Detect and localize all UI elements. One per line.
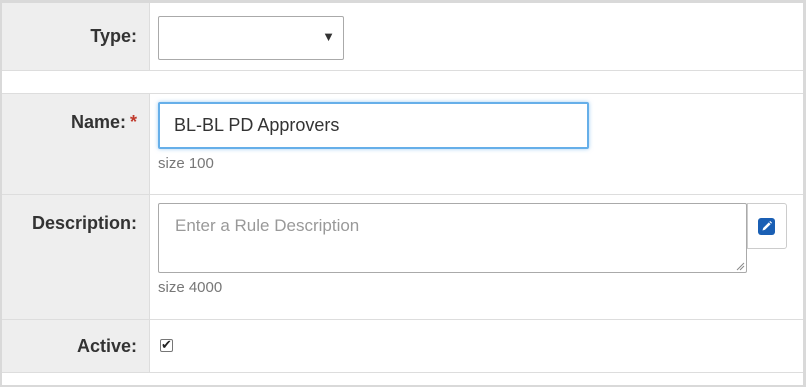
description-label-cell: Description:: [2, 195, 150, 319]
name-input[interactable]: BL-BL PD Approvers: [158, 102, 589, 149]
description-edit-button[interactable]: [747, 203, 787, 249]
dropdown-arrow-icon: ▼: [322, 29, 335, 44]
pencil-icon: [758, 218, 775, 235]
active-value-cell: ✔: [150, 320, 803, 372]
required-marker: *: [129, 112, 137, 132]
type-row: Type: ▼: [2, 3, 803, 71]
description-label: Description:: [31, 213, 137, 233]
description-placeholder: Enter a Rule Description: [175, 216, 360, 235]
active-checkbox[interactable]: ✔: [160, 337, 173, 352]
resize-grip-icon[interactable]: [736, 262, 745, 271]
description-size-hint: size 4000: [158, 279, 223, 296]
description-textarea[interactable]: Enter a Rule Description: [158, 203, 747, 273]
form-spacer: [2, 71, 803, 94]
name-label: Name: *: [71, 112, 137, 133]
active-label: Active:: [76, 336, 137, 356]
active-label-cell: Active:: [2, 320, 150, 372]
type-value-cell: ▼: [150, 3, 803, 70]
active-row: Active: ✔: [2, 320, 803, 373]
name-label-cell: Name: *: [2, 94, 150, 194]
rule-form: Type: ▼ Name: * BL-BL PD Approvers size 1…: [0, 0, 806, 387]
name-size-hint: size 100: [158, 155, 214, 172]
type-select[interactable]: ▼: [158, 16, 344, 60]
description-value-cell: Enter a Rule Description size 4000: [150, 195, 803, 319]
name-value-cell: BL-BL PD Approvers size 100: [150, 94, 803, 194]
description-row: Description: Enter a Rule Description si…: [2, 195, 803, 320]
name-label-text: Name:: [70, 112, 126, 132]
type-label: Type:: [90, 26, 137, 46]
name-row: Name: * BL-BL PD Approvers size 100: [2, 94, 803, 195]
type-label-cell: Type:: [2, 3, 150, 70]
checkmark-icon: ✔: [161, 337, 172, 352]
